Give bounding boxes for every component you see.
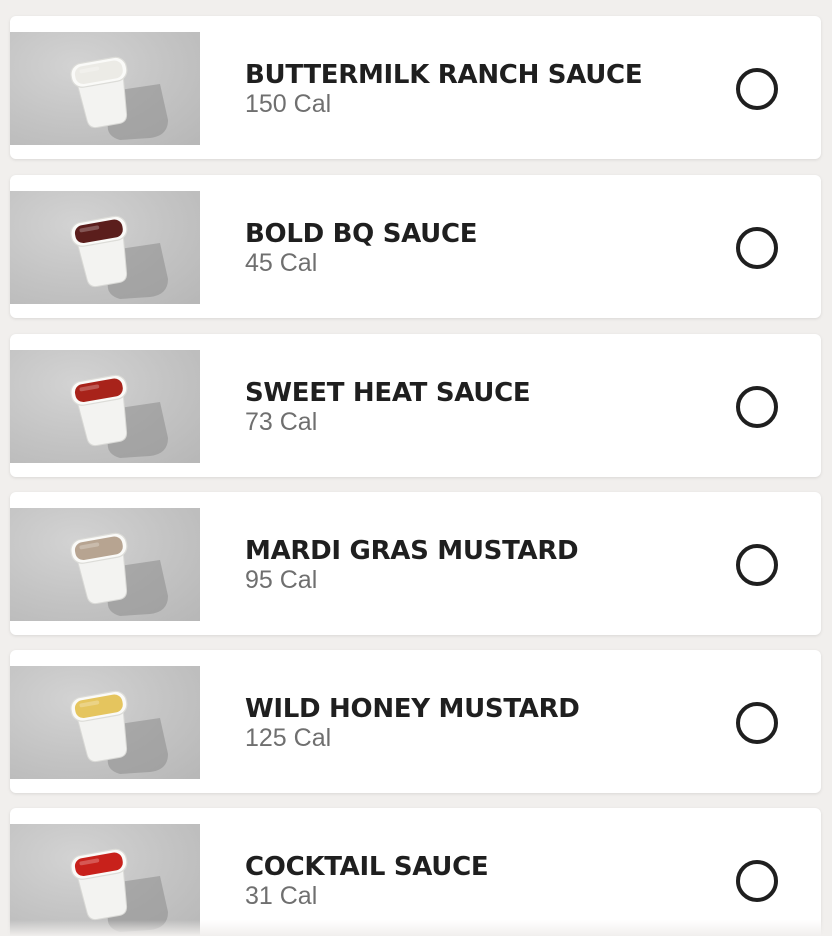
sauce-cup-illustration	[70, 848, 168, 932]
sauce-calories: 125 Cal	[245, 724, 332, 752]
sauce-name: BUTTERMILK RANCH SAUCE	[245, 60, 643, 90]
sauce-cup-illustration	[70, 690, 168, 774]
sauce-calories: 95 Cal	[245, 566, 318, 594]
sauce-cup-illustration	[70, 56, 168, 140]
sauce-cup-image	[10, 666, 200, 779]
sauce-cup-illustration	[70, 532, 168, 616]
radio-circle-icon[interactable]	[736, 227, 778, 269]
sauce-option-mardi-gras-mustard[interactable]: MARDI GRAS MUSTARD 95 Cal	[10, 492, 821, 635]
sauce-name: SWEET HEAT SAUCE	[245, 378, 531, 408]
radio-circle-icon[interactable]	[736, 702, 778, 744]
sauce-cup-image	[10, 824, 200, 936]
sauce-option-cocktail[interactable]: COCKTAIL SAUCE 31 Cal	[10, 808, 821, 936]
sauce-cup-illustration	[70, 374, 168, 458]
sauce-option-bold-bq[interactable]: BOLD BQ SAUCE 45 Cal	[10, 175, 821, 318]
sauce-name: BOLD BQ SAUCE	[245, 219, 478, 249]
sauce-option-sweet-heat[interactable]: SWEET HEAT SAUCE 73 Cal	[10, 334, 821, 477]
sauce-name: COCKTAIL SAUCE	[245, 852, 489, 882]
sauce-calories: 150 Cal	[245, 90, 332, 118]
radio-circle-icon[interactable]	[736, 860, 778, 902]
sauce-cup-image	[10, 508, 200, 621]
sauce-list: BUTTERMILK RANCH SAUCE 150 Cal BOLD BQ S…	[0, 0, 832, 936]
sauce-calories: 73 Cal	[245, 408, 318, 436]
radio-circle-icon[interactable]	[736, 544, 778, 586]
sauce-cup-image	[10, 191, 200, 304]
radio-circle-icon[interactable]	[736, 68, 778, 110]
sauce-option-wild-honey-mustard[interactable]: WILD HONEY MUSTARD 125 Cal	[10, 650, 821, 793]
sauce-cup-image	[10, 32, 200, 145]
radio-circle-icon[interactable]	[736, 386, 778, 428]
sauce-cup-image	[10, 350, 200, 463]
sauce-name: MARDI GRAS MUSTARD	[245, 536, 579, 566]
sauce-option-buttermilk-ranch[interactable]: BUTTERMILK RANCH SAUCE 150 Cal	[10, 16, 821, 159]
sauce-cup-illustration	[70, 215, 168, 299]
sauce-calories: 45 Cal	[245, 249, 318, 277]
sauce-name: WILD HONEY MUSTARD	[245, 694, 580, 724]
sauce-calories: 31 Cal	[245, 882, 318, 910]
